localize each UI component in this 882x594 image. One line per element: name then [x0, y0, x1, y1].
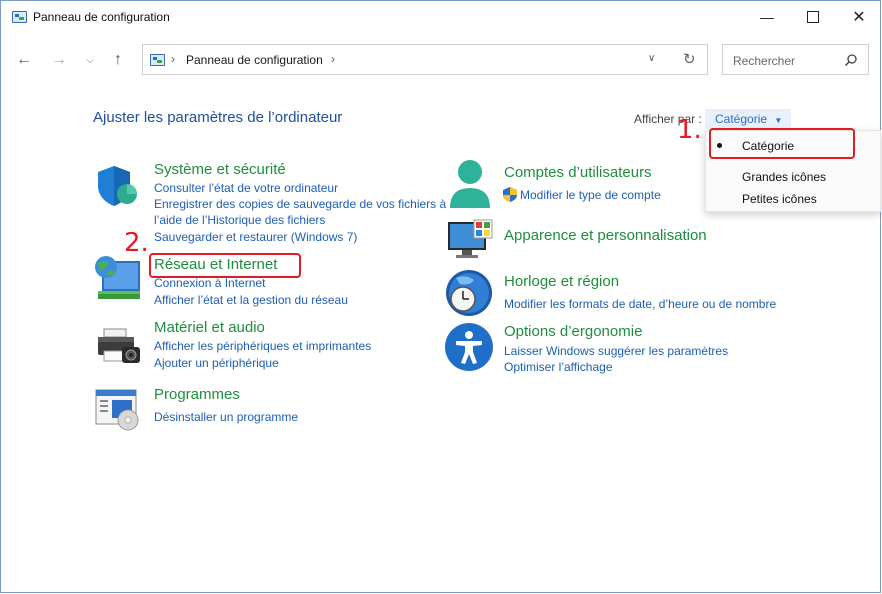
menu-item-large-icons[interactable]: Grandes icônes — [742, 170, 826, 184]
category-title-clock-region[interactable]: Horloge et région — [504, 273, 619, 290]
link-uninstall-program[interactable]: Désinstaller un programme — [154, 409, 298, 425]
category-title-system-security[interactable]: Système et sécurité — [154, 161, 286, 178]
search-input[interactable] — [731, 51, 845, 70]
link-backup-restore[interactable]: Sauvegarder et restaurer (Windows 7) — [154, 229, 357, 245]
control-panel-icon — [12, 11, 27, 23]
programs-icon[interactable] — [94, 388, 142, 432]
appearance-monitor-icon[interactable] — [446, 218, 494, 260]
user-accounts-icon[interactable] — [448, 158, 492, 210]
maximize-button[interactable] — [790, 1, 836, 33]
accessibility-icon[interactable] — [444, 322, 494, 372]
link-optimize-display[interactable]: Optimiser l’affichage — [504, 359, 613, 375]
category-title-user-accounts[interactable]: Comptes d’utilisateurs — [504, 164, 652, 181]
link-file-history-backup-line2[interactable]: l’aide de l’Historique des fichiers — [154, 212, 325, 228]
page-heading: Ajuster les paramètres de l’ordinateur — [93, 109, 343, 126]
arrow-right-icon: → — [51, 51, 67, 68]
recent-locations-button[interactable]: ⌵ — [78, 48, 102, 72]
link-file-history-backup[interactable]: Enregistrer des copies de sauvegarde de … — [154, 196, 446, 212]
breadcrumb-separator-icon: › — [171, 52, 175, 66]
up-button[interactable]: ↑ — [106, 48, 130, 72]
close-icon: ✕ — [852, 9, 866, 26]
view-by-dropdown[interactable]: Catégorie ▼ — [705, 109, 791, 129]
annotation-step-2: 2. — [124, 228, 149, 258]
address-bar[interactable]: › Panneau de configuration › ∨ ↻ — [142, 44, 708, 75]
printer-icon[interactable] — [96, 327, 142, 367]
shield-icon[interactable] — [96, 164, 140, 208]
search-box[interactable] — [722, 44, 869, 75]
window-title: Panneau de configuration — [33, 10, 170, 24]
annotation-box-category — [709, 128, 855, 159]
address-dropdown-icon[interactable]: ∨ — [648, 53, 655, 64]
category-title-appearance[interactable]: Apparence et personnalisation — [504, 227, 707, 244]
view-by-value: Catégorie — [715, 112, 768, 126]
minimize-button[interactable]: — — [744, 1, 790, 33]
arrow-left-icon: ← — [16, 51, 32, 68]
category-title-ease-of-access[interactable]: Options d’ergonomie — [504, 323, 642, 340]
close-button[interactable]: ✕ — [836, 1, 882, 33]
uac-shield-icon — [503, 187, 517, 202]
clock-globe-icon[interactable] — [444, 268, 494, 318]
category-title-programs[interactable]: Programmes — [154, 386, 240, 403]
forward-button[interactable]: → — [47, 48, 71, 72]
link-devices-printers[interactable]: Afficher les périphériques et imprimante… — [154, 338, 371, 354]
control-panel-icon — [150, 54, 165, 66]
link-check-computer-status[interactable]: Consulter l’état de votre ordinateur — [154, 180, 338, 196]
breadcrumb-separator-icon[interactable]: › — [331, 52, 335, 66]
category-title-hardware-sound[interactable]: Matériel et audio — [154, 319, 265, 336]
link-add-device[interactable]: Ajouter un périphérique — [154, 355, 279, 371]
network-globe-icon[interactable] — [94, 253, 142, 303]
refresh-icon[interactable]: ↻ — [683, 50, 696, 68]
menu-item-small-icons[interactable]: Petites icônes — [742, 192, 817, 206]
breadcrumb-root[interactable]: Panneau de configuration — [186, 53, 323, 67]
dropdown-arrow-icon: ▼ — [774, 116, 783, 125]
link-windows-suggest-settings[interactable]: Laisser Windows suggérer les paramètres — [504, 343, 728, 359]
back-button[interactable]: ← — [12, 48, 36, 72]
link-network-status[interactable]: Afficher l’état et la gestion du réseau — [154, 292, 348, 308]
link-date-time-formats[interactable]: Modifier les formats de date, d’heure ou… — [504, 296, 776, 312]
annotation-box-network — [149, 253, 301, 278]
maximize-icon — [807, 11, 819, 23]
control-panel-window: Panneau de configuration — ✕ ← → ⌵ ↑ › P… — [0, 0, 881, 593]
arrow-up-icon: ↑ — [114, 51, 122, 68]
chevron-down-icon: ⌵ — [86, 54, 94, 65]
link-change-account-type[interactable]: Modifier le type de compte — [520, 187, 661, 203]
minimize-icon: — — [760, 9, 774, 25]
search-icon[interactable] — [844, 53, 858, 67]
annotation-step-1: 1. — [677, 115, 702, 145]
